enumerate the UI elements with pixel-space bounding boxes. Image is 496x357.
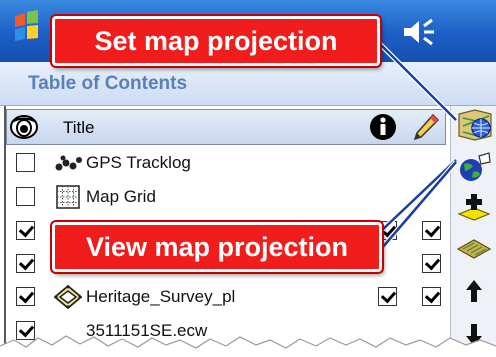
tracklog-icon (55, 155, 82, 171)
pencil-icon[interactable] (411, 112, 441, 142)
info-icon[interactable] (369, 113, 397, 141)
layer-editable-checkbox[interactable] (422, 287, 441, 306)
layer-row-image[interactable]: 3511151SE.ecw (6, 316, 446, 347)
column-title[interactable]: Title (63, 118, 95, 138)
polygon-layer-icon (54, 285, 82, 309)
layer-row-map-grid[interactable]: Map Grid (6, 182, 446, 213)
layer-editable-checkbox[interactable] (422, 254, 441, 273)
layer-name: 3511151SE.ecw (86, 321, 208, 340)
eye-icon[interactable] (9, 113, 39, 141)
move-up-icon[interactable] (455, 274, 493, 308)
layer-visibility-checkbox[interactable] (16, 321, 35, 340)
layer-properties-icon[interactable] (455, 232, 493, 266)
layer-editable-checkbox[interactable] (422, 221, 441, 240)
layer-visibility-checkbox[interactable] (16, 153, 35, 172)
move-down-icon[interactable] (455, 316, 493, 350)
toc-toolbar (450, 106, 496, 357)
set-projection-callout: Set map projection (52, 16, 380, 66)
layer-row-heritage-survey[interactable]: Heritage_Survey_pl (6, 282, 446, 313)
layer-name: Map Grid (86, 187, 156, 206)
layer-visibility-checkbox[interactable] (16, 287, 35, 306)
page-title: Table of Contents (28, 73, 188, 94)
speaker-icon[interactable] (402, 18, 436, 46)
grid-icon (56, 185, 80, 209)
layer-visibility-checkbox[interactable] (16, 187, 35, 206)
layer-name: Heritage_Survey_pl (86, 287, 236, 306)
layer-row-gps-tracklog[interactable]: GPS Tracklog (6, 148, 446, 179)
view-projection-icon[interactable] (455, 150, 493, 184)
toc-header: Table of Contents (0, 62, 496, 106)
layer-visibility-checkbox[interactable] (16, 221, 35, 240)
set-projection-icon[interactable] (455, 108, 493, 142)
add-layer-icon[interactable] (455, 192, 493, 226)
layer-visibility-checkbox[interactable] (16, 254, 35, 273)
layer-name: GPS Tracklog (86, 153, 191, 172)
column-header: Title (6, 109, 446, 145)
view-projection-callout: View map projection (52, 222, 382, 272)
layer-selectable-checkbox[interactable] (378, 287, 397, 306)
windows-start-icon[interactable] (12, 10, 40, 44)
